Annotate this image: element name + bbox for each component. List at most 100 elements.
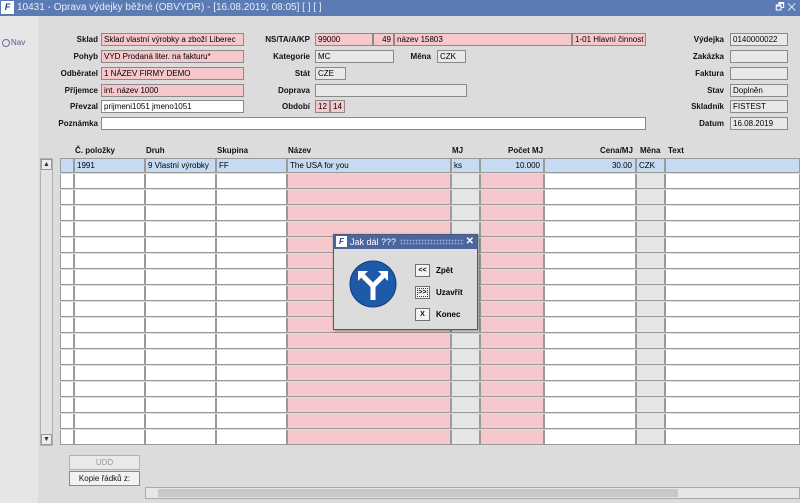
cell-cpolozky[interactable] (74, 382, 145, 397)
cell-cpolozky[interactable] (74, 318, 145, 333)
cell-pocet[interactable] (480, 190, 544, 205)
cell-mena[interactable] (636, 366, 665, 381)
cell-cena[interactable] (544, 238, 636, 253)
cell-cpolozky[interactable] (74, 350, 145, 365)
cell-cpolozky[interactable] (74, 334, 145, 349)
cell-skupina[interactable] (216, 366, 287, 381)
cell-mena[interactable] (636, 350, 665, 365)
cell-text[interactable] (665, 382, 800, 397)
cell-cena[interactable] (544, 286, 636, 301)
cell-pocet[interactable] (480, 302, 544, 317)
cell-mena[interactable] (636, 382, 665, 397)
mena-field[interactable]: CZK (437, 50, 466, 63)
cell-nazev[interactable]: The USA for you (287, 158, 451, 173)
cell-text[interactable] (665, 318, 800, 333)
cell-druh[interactable] (145, 398, 216, 413)
cell-pocet[interactable] (480, 350, 544, 365)
cell-druh[interactable] (145, 318, 216, 333)
cell-pocet[interactable] (480, 430, 544, 445)
table-row[interactable] (60, 398, 800, 413)
cell-druh[interactable] (145, 174, 216, 189)
cell-skupina[interactable]: FF (216, 158, 287, 173)
cell-pocet[interactable] (480, 398, 544, 413)
cell-pocet[interactable] (480, 254, 544, 269)
udd-button[interactable]: UDD (69, 455, 140, 470)
horizontal-scroll-thumb[interactable] (158, 489, 678, 497)
odberatel-field[interactable]: 1 NÁZEV FIRMY DEMO (101, 67, 244, 80)
cell-text[interactable] (665, 206, 800, 221)
row-selector[interactable] (60, 174, 74, 189)
cell-cpolozky[interactable] (74, 238, 145, 253)
row-selector[interactable] (60, 414, 74, 429)
cell-text[interactable] (665, 174, 800, 189)
cell-cpolozky[interactable] (74, 190, 145, 205)
row-selector[interactable] (60, 222, 74, 237)
cell-druh[interactable] (145, 334, 216, 349)
row-selector[interactable] (60, 206, 74, 221)
cell-text[interactable] (665, 286, 800, 301)
cell-druh[interactable] (145, 286, 216, 301)
table-row[interactable] (60, 414, 800, 429)
col-header-skupina[interactable]: Skupina (217, 146, 248, 158)
cell-cpolozky[interactable] (74, 222, 145, 237)
close-document-label[interactable]: Uzavřít (436, 286, 463, 299)
doprava-field[interactable] (315, 84, 467, 97)
cell-nazev[interactable] (287, 430, 451, 445)
grid-horizontal-scrollbar[interactable] (145, 487, 800, 499)
cell-druh[interactable] (145, 302, 216, 317)
sklad-field[interactable]: Sklad vlastní výrobky a zboží Liberec (101, 33, 244, 46)
row-selector[interactable] (60, 302, 74, 317)
nav-link[interactable]: Nav (2, 38, 25, 47)
col-header-mena[interactable]: Měna (640, 146, 660, 158)
cell-cena[interactable] (544, 206, 636, 221)
cell-cena[interactable]: 30.00 (544, 158, 636, 173)
cell-cpolozky[interactable] (74, 430, 145, 445)
cell-nazev[interactable] (287, 414, 451, 429)
row-selector[interactable] (60, 382, 74, 397)
cell-text[interactable] (665, 254, 800, 269)
cell-text[interactable] (665, 270, 800, 285)
table-row[interactable] (60, 350, 800, 365)
datum-field[interactable]: 16.08.2019 (730, 117, 788, 130)
cell-mena[interactable] (636, 238, 665, 253)
cell-cena[interactable] (544, 222, 636, 237)
row-selector[interactable] (60, 238, 74, 253)
cell-mj[interactable] (451, 334, 480, 349)
cell-pocet[interactable] (480, 366, 544, 381)
cell-skupina[interactable] (216, 382, 287, 397)
cell-nazev[interactable] (287, 398, 451, 413)
end-button[interactable]: X (415, 308, 430, 321)
cell-druh[interactable] (145, 206, 216, 221)
cell-mena[interactable] (636, 398, 665, 413)
cell-mj[interactable] (451, 382, 480, 397)
cell-cena[interactable] (544, 350, 636, 365)
col-header-druh[interactable]: Druh (146, 146, 165, 158)
row-selector[interactable] (60, 158, 74, 173)
cell-mena[interactable] (636, 190, 665, 205)
prevzal-field[interactable]: prijmeni1051 jmeno1051 (101, 100, 244, 113)
cell-cpolozky[interactable]: 1991 (74, 158, 145, 173)
cell-skupina[interactable] (216, 334, 287, 349)
cell-skupina[interactable] (216, 318, 287, 333)
row-selector[interactable] (60, 190, 74, 205)
cell-text[interactable] (665, 398, 800, 413)
cell-cena[interactable] (544, 270, 636, 285)
cell-cpolozky[interactable] (74, 254, 145, 269)
cell-text[interactable] (665, 414, 800, 429)
cell-mena[interactable]: CZK (636, 158, 665, 173)
cell-druh[interactable] (145, 430, 216, 445)
cell-pocet[interactable] (480, 334, 544, 349)
row-selector[interactable] (60, 270, 74, 285)
skladnik-field[interactable]: FISTEST (730, 100, 788, 113)
cell-skupina[interactable] (216, 286, 287, 301)
cell-cena[interactable] (544, 382, 636, 397)
cell-pocet[interactable] (480, 206, 544, 221)
cell-mj[interactable] (451, 430, 480, 445)
cell-pocet[interactable] (480, 318, 544, 333)
row-selector[interactable] (60, 366, 74, 381)
cell-cena[interactable] (544, 430, 636, 445)
cell-druh[interactable] (145, 270, 216, 285)
cell-cpolozky[interactable] (74, 286, 145, 301)
ns-number-field[interactable]: 49 (373, 33, 394, 46)
table-row[interactable] (60, 190, 800, 205)
